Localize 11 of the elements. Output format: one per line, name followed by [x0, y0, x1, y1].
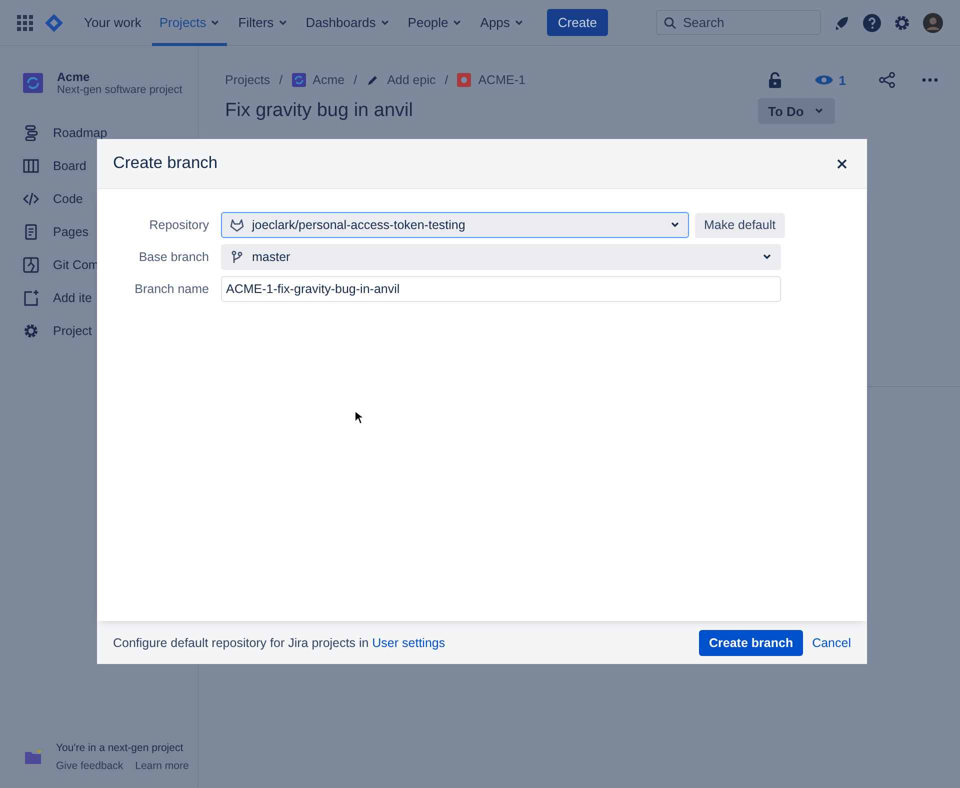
breadcrumb-separator: / — [279, 73, 283, 87]
field-label: Base branch — [138, 250, 210, 264]
field-label: Repository — [148, 218, 210, 232]
breadcrumb-separator: / — [444, 73, 448, 87]
issue-title: Fix gravity bug in anvil — [225, 100, 413, 122]
dialog-title: Create branch — [113, 154, 218, 173]
footer-note: Configure default repository for Jira projects in User settings — [113, 636, 446, 650]
project-type: Next-gen software project — [57, 84, 182, 96]
breadcrumb-separator: / — [354, 73, 358, 87]
field-label: Branch name — [134, 282, 210, 296]
next-gen-notice: You're in a next-gen project — [56, 742, 184, 754]
